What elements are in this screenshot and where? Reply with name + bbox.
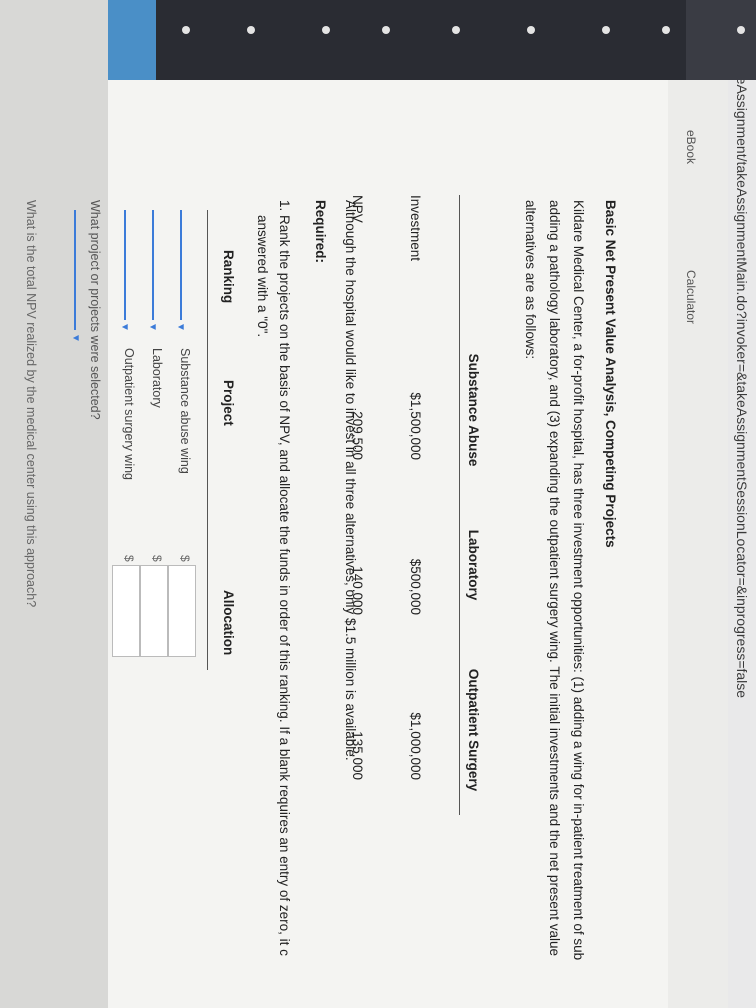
col-header-laboratory: Laboratory xyxy=(466,529,482,601)
table-spacer xyxy=(372,195,402,815)
allocation-input[interactable] xyxy=(140,565,168,657)
table-row: Investment $1,500,000 $500,000 $1,000,00… xyxy=(402,195,430,815)
rank-select-3[interactable] xyxy=(124,210,126,320)
question-dot[interactable] xyxy=(182,26,190,34)
ranking-header: Ranking xyxy=(221,250,236,304)
rank-select-2[interactable] xyxy=(152,210,154,320)
dollar-sign: $ xyxy=(122,555,136,562)
problem-content: Basic Net Present Value Analysis, Compet… xyxy=(108,80,668,1008)
question-nav-sidebar xyxy=(0,0,756,80)
chevron-down-icon[interactable]: ▼ xyxy=(175,322,186,332)
question-dot[interactable] xyxy=(322,26,330,34)
required-label: Required: xyxy=(313,200,328,264)
selected-projects-select[interactable] xyxy=(74,210,76,330)
cell-investment-substance: $1,500,000 xyxy=(408,392,423,460)
project-name: Laboratory xyxy=(150,348,164,408)
table-spacer xyxy=(430,195,460,815)
dollar-sign: $ xyxy=(178,555,192,562)
table-header-row: Substance Abuse Laboratory Outpatient Su… xyxy=(459,195,488,815)
col-header-substance-abuse: Substance Abuse xyxy=(466,353,482,467)
chevron-down-icon[interactable]: ▼ xyxy=(70,333,81,343)
ranking-row: ▼ Outpatient surgery wing $ xyxy=(108,210,142,970)
screen: .com/ilm/takeAssignment/takeAssignmentMa… xyxy=(0,0,756,1008)
chevron-down-icon[interactable]: ▼ xyxy=(119,322,130,332)
tab-calculator[interactable]: Calculator xyxy=(684,270,698,324)
tab-ebook[interactable]: eBook xyxy=(684,130,698,164)
question-dot[interactable] xyxy=(602,26,610,34)
ranking-header-divider xyxy=(207,210,208,670)
project-header: Project xyxy=(221,380,236,426)
question-total-text: What is the total NPV realized by the me… xyxy=(24,200,38,608)
question-dot[interactable] xyxy=(452,26,460,34)
question1-line1: 1. Rank the projects on the basis of NPV… xyxy=(277,200,292,956)
question-dot[interactable] xyxy=(527,26,535,34)
chevron-down-icon[interactable]: ▼ xyxy=(147,322,158,332)
question-dot[interactable] xyxy=(662,26,670,34)
rank-select-1[interactable] xyxy=(180,210,182,320)
problem-title: Basic Net Present Value Analysis, Compet… xyxy=(603,200,618,548)
cell-investment-outpatient: $1,000,000 xyxy=(408,712,423,780)
problem-intro-line1: Kildare Medical Center, a for-profit hos… xyxy=(571,200,586,961)
row-label-investment: Investment xyxy=(408,195,423,262)
question-dot[interactable] xyxy=(382,26,390,34)
cell-investment-laboratory: $500,000 xyxy=(408,558,423,615)
constraint-text: Although the hospital would like to inve… xyxy=(343,200,358,761)
investment-table: Substance Abuse Laboratory Outpatient Su… xyxy=(344,195,488,815)
question-dot[interactable] xyxy=(737,26,745,34)
question-selected-text: What project or projects were selected? xyxy=(88,200,102,420)
project-name: Substance abuse wing xyxy=(178,348,192,474)
question-dot[interactable] xyxy=(247,26,255,34)
allocation-input[interactable] xyxy=(112,565,140,657)
url-text: .com/ilm/takeAssignment/takeAssignmentMa… xyxy=(734,2,750,699)
assignment-nav: ent eBook Calculator xyxy=(668,0,728,1008)
dollar-sign: $ xyxy=(150,555,164,562)
problem-intro-line3: alternatives are as follows: xyxy=(523,200,538,360)
problem-intro-line2: adding a pathology laboratory, and (3) e… xyxy=(547,200,562,956)
project-name: Outpatient surgery wing xyxy=(122,348,136,481)
address-bar[interactable]: .com/ilm/takeAssignment/takeAssignmentMa… xyxy=(727,0,756,1008)
allocation-input[interactable] xyxy=(168,565,196,657)
lower-content-area: What project or projects were selected? … xyxy=(0,0,108,1008)
question1-line2: answered with a "0". xyxy=(255,215,270,338)
allocation-header: Allocation xyxy=(221,590,236,656)
col-header-outpatient-surgery: Outpatient Surgery xyxy=(466,668,482,792)
